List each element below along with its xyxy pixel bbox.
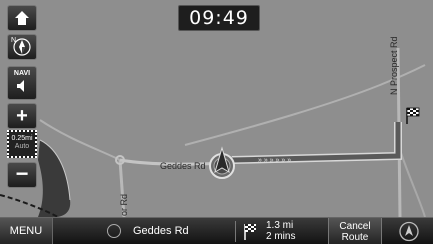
route-arrows: » » » » » » (258, 157, 291, 164)
navi-label: NAVI (13, 70, 31, 77)
speaker-icon (17, 80, 24, 92)
home-icon (15, 11, 29, 25)
zoom-out-label: − (15, 161, 29, 186)
road-label-side: or Rd (119, 194, 129, 216)
destination-flag-icon (244, 224, 256, 240)
road-label-geddes: Geddes Rd (160, 161, 206, 171)
cancel-route-line1: Cancel (339, 221, 371, 232)
divider (235, 221, 236, 242)
scale-value: 0.25mi (11, 135, 33, 142)
route-summary: 1.3 mi 2 mins (266, 220, 295, 242)
gps-icon[interactable] (392, 220, 426, 243)
cancel-route-button[interactable]: Cancel Route (328, 218, 382, 244)
cancel-route-line2: Route (341, 232, 369, 243)
clock-display: 09:49 (178, 5, 260, 31)
compass-button[interactable]: N (7, 34, 37, 60)
current-street-name: Geddes Rd (133, 225, 189, 237)
menu-button[interactable]: MENU (0, 218, 53, 244)
road-label-north-prospect: N Prospect Rd (389, 36, 399, 95)
home-button[interactable] (7, 5, 37, 31)
street-icon (107, 224, 121, 238)
compass-north-label: N (11, 37, 17, 44)
navigation-screen: » » » » » » Geddes Rd N Prospect Rd or R… (0, 0, 433, 244)
zoom-in-label: + (16, 105, 28, 127)
map-view[interactable]: » » » » » » Geddes Rd N Prospect Rd or R… (0, 0, 433, 244)
navi-audio-button[interactable]: NAVI (7, 66, 37, 100)
zoom-in-button[interactable]: + (7, 103, 37, 129)
map-scale-indicator[interactable]: 0.25mi Auto (7, 130, 37, 158)
zoom-out-button[interactable]: − (7, 162, 37, 188)
remaining-distance: 1.3 mi (266, 220, 294, 231)
remaining-time: 2 mins (266, 231, 296, 242)
bottom-bar: MENU Geddes Rd 1.3 mi 2 mins Cancel Rout… (0, 217, 433, 244)
scale-mode: Auto (14, 143, 30, 150)
